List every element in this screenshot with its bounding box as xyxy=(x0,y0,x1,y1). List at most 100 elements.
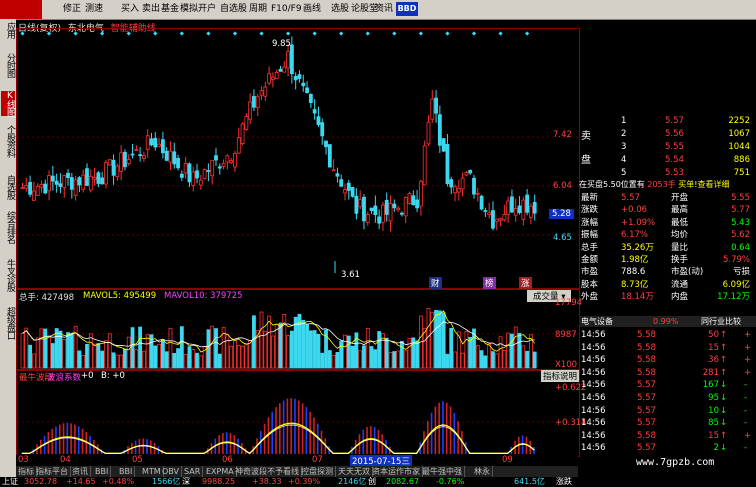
quote-value: 788.6 xyxy=(621,267,646,278)
indicator-tab[interactable]: BBI xyxy=(117,466,136,477)
signal-diamond xyxy=(365,31,370,36)
sell-price: 5.56 xyxy=(665,129,684,139)
event-tag-limit[interactable]: 涨 xyxy=(519,277,532,289)
volume-bar xyxy=(111,352,116,369)
candle-body xyxy=(240,123,245,144)
volume-bar xyxy=(240,345,245,369)
toolbar-f10[interactable]: F10/F9 xyxy=(270,2,303,17)
indicator-chart-panel[interactable]: 最牛波段 波浪系数 +0 B: +0 指标说明 +0.622 +0.314 xyxy=(16,369,586,457)
toolbar-news[interactable]: 资讯 xyxy=(374,2,394,17)
tab-super-order[interactable]: 超级盘口 xyxy=(1,307,15,339)
indicator-tab[interactable]: SAR xyxy=(182,466,204,477)
tab-peer-compare[interactable]: 同行业比较 xyxy=(701,316,741,327)
trade-volume: 95 xyxy=(708,393,719,403)
volume-bar xyxy=(510,333,514,369)
order-alert-text: 在买盘5.50位置有 xyxy=(579,180,645,189)
trade-flag: + xyxy=(744,330,752,340)
order-alert-link[interactable]: 买单!查看详细 xyxy=(678,180,729,189)
indicator-tab[interactable]: 资讯 xyxy=(70,466,91,477)
volume-bar xyxy=(286,335,290,369)
volume-bar xyxy=(259,311,264,369)
toolbar-screener[interactable]: 选股 xyxy=(330,2,350,17)
tab-diagnosis[interactable]: 牛叉诊股 xyxy=(1,259,15,291)
candle-body xyxy=(267,73,272,84)
tab-kline[interactable]: K线图 xyxy=(1,91,15,116)
toolbar-fund[interactable]: 基金 xyxy=(160,2,180,17)
kline-chart-panel[interactable]: 9.85 3.61 7.42 6.04 5.28 4.65 财 榜 涨 xyxy=(16,28,580,289)
sell-level-row[interactable]: 2 5.56 1067 xyxy=(579,128,756,141)
event-tag-rank[interactable]: 榜 xyxy=(483,277,496,289)
tab-industry[interactable]: 电气设备 xyxy=(581,316,613,327)
indicator-tab[interactable]: 控盘探测 xyxy=(299,466,336,477)
candle-body xyxy=(289,44,294,75)
candle-body xyxy=(494,218,499,222)
volume-bar xyxy=(487,343,492,369)
candle-body xyxy=(31,190,36,201)
indicator-tab[interactable]: 资本运作市家 xyxy=(370,466,423,477)
sell-level-row[interactable]: 4 5.54 886 xyxy=(579,154,756,167)
candle-body xyxy=(475,192,480,195)
candle-body xyxy=(214,155,218,161)
sell-level-row[interactable]: 3 5.55 1044 xyxy=(579,141,756,154)
candle-body xyxy=(521,199,526,220)
quote-key: 市盈 xyxy=(581,267,599,278)
toolbar-period[interactable]: 周期 xyxy=(248,2,268,17)
indicator-tab[interactable]: 最牛强中强 xyxy=(420,466,465,477)
quote-panel: 卖盘 1 5.57 2252 2 5.56 1067 3 5.55 1044 4… xyxy=(579,19,756,459)
bbd-button[interactable]: BBD xyxy=(396,2,418,16)
volume-bar xyxy=(437,310,442,369)
volume-bar xyxy=(248,340,253,369)
indicator-tab[interactable]: 指标平台 xyxy=(34,466,71,477)
volume-bar xyxy=(20,332,25,369)
indicator-tab[interactable]: 天天无双 xyxy=(336,466,373,477)
indicator-tab[interactable]: OBV xyxy=(160,466,183,477)
order-alert[interactable]: 在买盘5.50位置有 2053手 买单!查看详细 xyxy=(579,179,756,190)
ticker-label[interactable]: 涨跌 xyxy=(556,477,572,487)
volume-bar xyxy=(434,309,438,369)
candle-body xyxy=(138,154,143,157)
tab-apps[interactable]: 应用 xyxy=(1,22,15,38)
indicator-a-value: +0 xyxy=(81,371,94,381)
toolbar-fix[interactable]: 修正 xyxy=(62,2,82,17)
toolbar-account[interactable]: 开户 xyxy=(197,2,217,17)
tab-ranking[interactable]: 综合排名 xyxy=(1,211,15,243)
toolbar-sell[interactable]: 卖出 xyxy=(141,2,161,17)
candle-body xyxy=(244,116,249,130)
indicator-tab[interactable]: 神奇波段不予看线 xyxy=(233,466,302,477)
trade-row: 14:56 5.58 281 ↑ + xyxy=(579,367,756,379)
candle-body xyxy=(198,179,203,186)
tab-watchlist[interactable]: 自选股 xyxy=(1,175,15,199)
signal-diamond xyxy=(20,31,25,36)
volume-bar xyxy=(123,348,127,369)
volume-bar xyxy=(400,340,404,369)
sz-index-value: 9988.25 xyxy=(202,477,236,486)
tab-intraday[interactable]: 分时图 xyxy=(1,53,15,77)
toolbar-watchlist[interactable]: 自选股 xyxy=(219,2,248,17)
toolbar-speed[interactable]: 测速 xyxy=(84,2,104,17)
trade-price: 5.58 xyxy=(637,430,656,441)
indicator-tab[interactable]: BBI xyxy=(93,466,112,477)
candle-body xyxy=(354,195,359,214)
volume-axis-top: 17794 xyxy=(555,298,583,308)
indicator-tab[interactable]: 林永 xyxy=(472,466,493,477)
toolbar-buy[interactable]: 买入 xyxy=(120,2,140,17)
candle-body xyxy=(248,101,253,120)
candle-body xyxy=(142,154,146,159)
candle-body xyxy=(274,72,279,79)
volume-bar xyxy=(62,338,67,369)
quote-key: 股本 xyxy=(581,279,599,290)
event-tag-finance[interactable]: 财 xyxy=(429,277,442,289)
toolbar-draw[interactable]: 画线 xyxy=(302,2,322,17)
trade-row: 14:56 5.57 85 ↓ - xyxy=(579,417,756,429)
date-tick: 09 xyxy=(502,455,513,465)
volume-chart-panel[interactable]: 总手: 427498 MAVOL5: 495499 MAVOL10: 37972… xyxy=(16,289,583,371)
volume-bar xyxy=(43,328,48,369)
indicator-help-button[interactable]: 指标说明 xyxy=(541,370,580,382)
toolbar-sim[interactable]: 模拟 xyxy=(179,2,199,17)
volume-bar xyxy=(153,345,158,369)
tab-stock-info[interactable]: 个股资料 xyxy=(1,125,15,157)
indicator-tab[interactable]: EXPMA xyxy=(204,466,237,477)
sell-level-row[interactable]: 1 5.57 2252 xyxy=(579,115,756,128)
trade-price: 5.57 xyxy=(637,405,656,416)
volume-bar xyxy=(225,334,230,369)
